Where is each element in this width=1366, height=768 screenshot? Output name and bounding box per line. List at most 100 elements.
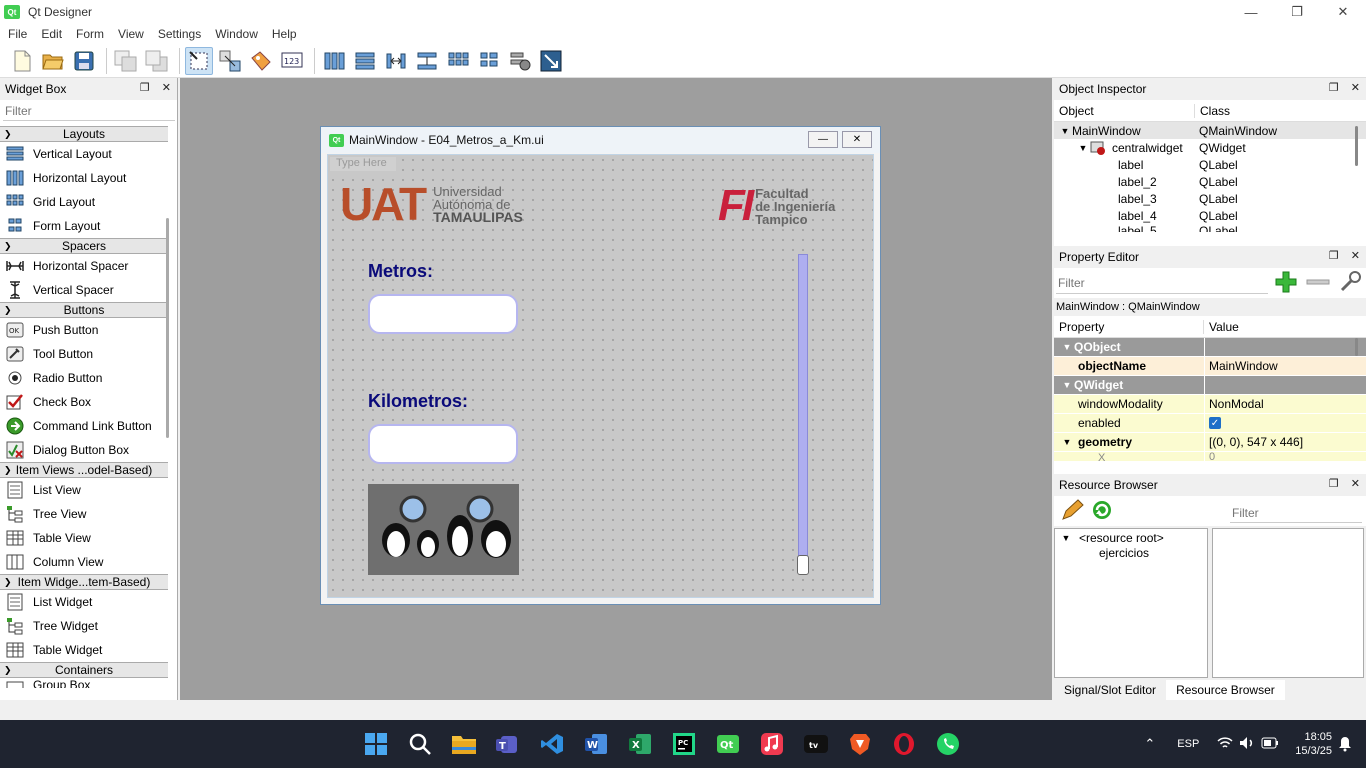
object-inspector-scrollbar[interactable] — [1355, 126, 1358, 166]
resource-view[interactable] — [1212, 528, 1364, 678]
category-containers[interactable]: ❯ Containers — [0, 662, 168, 678]
property-filter-input[interactable] — [1056, 272, 1268, 294]
minimize-icon[interactable]: — — [808, 131, 838, 148]
edit-signals-icon[interactable] — [216, 47, 244, 75]
menu-view[interactable]: View — [112, 27, 150, 41]
add-property-icon[interactable] — [1274, 270, 1298, 297]
widget-item-vertical-layout[interactable]: Vertical Layout — [0, 142, 168, 166]
open-folder-icon[interactable] — [39, 47, 67, 75]
menu-settings[interactable]: Settings — [152, 27, 207, 41]
close-icon[interactable]: ✕ — [1320, 0, 1366, 24]
send-to-back-icon[interactable] — [112, 47, 140, 75]
widget-item-horizontal-layout[interactable]: Horizontal Layout — [0, 166, 168, 190]
resource-root-row[interactable]: ▼ <resource root> — [1055, 529, 1207, 546]
widget-item-tree-view[interactable]: Tree View — [0, 502, 168, 526]
bring-to-front-icon[interactable] — [143, 47, 171, 75]
property-editor-scrollbar[interactable] — [1355, 338, 1358, 356]
menu-help[interactable]: Help — [266, 27, 303, 41]
label-kilometros[interactable]: Kilometros: — [368, 391, 468, 412]
opera-icon[interactable] — [890, 730, 918, 758]
layout-form-icon[interactable] — [475, 47, 503, 75]
menu-file[interactable]: File — [2, 27, 33, 41]
widget-box-scrollbar[interactable] — [166, 218, 169, 438]
widget-item-push-button[interactable]: OK Push Button — [0, 318, 168, 342]
float-icon[interactable]: ❐ — [1329, 249, 1339, 262]
column-header-value[interactable]: Value — [1204, 320, 1239, 334]
property-row-objectname[interactable]: objectName MainWindow — [1054, 357, 1366, 376]
music-icon[interactable] — [758, 730, 786, 758]
language-indicator[interactable]: ESP — [1177, 738, 1199, 750]
clock[interactable]: 18:05 15/3/25 — [1295, 730, 1332, 758]
layout-grid-icon[interactable] — [444, 47, 472, 75]
column-header-class[interactable]: Class — [1195, 104, 1230, 118]
category-item-widgets[interactable]: ❯ Item Widge...tem-Based) — [0, 574, 168, 590]
layout-v-splitter-icon[interactable] — [413, 47, 441, 75]
vertical-slider-handle[interactable] — [797, 555, 809, 575]
widget-item-group-box[interactable]: Group Box — [0, 678, 168, 688]
widget-item-grid-layout[interactable]: Grid Layout — [0, 190, 168, 214]
property-row-geometry[interactable]: ▼ geometry [(0, 0), 547 x 446] — [1054, 433, 1366, 452]
tab-resource-browser[interactable]: Resource Browser — [1166, 680, 1285, 700]
teams-icon[interactable]: T — [494, 730, 522, 758]
whatsapp-icon[interactable] — [934, 730, 962, 758]
metros-input[interactable] — [368, 294, 518, 334]
save-icon[interactable] — [70, 47, 98, 75]
widget-item-dialog-button-box[interactable]: Dialog Button Box — [0, 438, 168, 462]
menu-edit[interactable]: Edit — [35, 27, 68, 41]
pycharm-icon[interactable]: PC — [670, 730, 698, 758]
minimize-icon[interactable]: — — [1228, 0, 1274, 24]
reload-icon[interactable] — [1090, 498, 1114, 525]
category-layouts[interactable]: ❯ Layouts — [0, 126, 168, 142]
chevron-down-icon[interactable]: ▼ — [1060, 342, 1074, 352]
tree-row-label-5[interactable]: label_5 QLabel — [1054, 224, 1366, 232]
qt-designer-icon[interactable]: Qt — [714, 730, 742, 758]
edit-buddies-icon[interactable] — [247, 47, 275, 75]
volume-icon[interactable] — [1239, 736, 1255, 753]
uat-logo[interactable]: UAT Universidad Autónoma de TAMAULIPAS — [340, 177, 523, 231]
edit-resources-pencil-icon[interactable] — [1060, 498, 1084, 525]
close-icon[interactable]: ✕ — [162, 81, 171, 94]
widget-item-table-widget[interactable]: Table Widget — [0, 638, 168, 662]
vscode-icon[interactable] — [538, 730, 566, 758]
penguins-image[interactable] — [368, 484, 519, 575]
property-value[interactable]: MainWindow — [1204, 357, 1366, 375]
chevron-down-icon[interactable]: ▼ — [1059, 533, 1073, 543]
widget-item-vertical-spacer[interactable]: Vertical Spacer — [0, 278, 168, 302]
form-window[interactable]: Qt MainWindow - E04_Metros_a_Km.ui — ✕ T… — [320, 126, 881, 605]
property-value[interactable]: 0 — [1204, 452, 1366, 461]
float-icon[interactable]: ❐ — [1329, 477, 1339, 490]
tree-row-mainwindow[interactable]: ▼ MainWindow QMainWindow — [1054, 122, 1366, 139]
chevron-down-icon[interactable]: ▼ — [1076, 143, 1090, 153]
tree-row-label[interactable]: label QLabel — [1054, 156, 1366, 173]
menu-form[interactable]: Form — [70, 27, 110, 41]
widget-item-form-layout[interactable]: Form Layout — [0, 214, 168, 238]
checkbox-checked-icon[interactable]: ✓ — [1209, 417, 1221, 429]
word-icon[interactable]: W — [582, 730, 610, 758]
category-item-views[interactable]: ❯ Item Views ...odel-Based) — [0, 462, 168, 478]
tree-row-centralwidget[interactable]: ▼ centralwidget QWidget — [1054, 139, 1366, 156]
restore-icon[interactable]: ❐ — [1274, 0, 1320, 24]
notifications-bell-icon[interactable] — [1338, 736, 1352, 755]
search-icon[interactable] — [406, 730, 434, 758]
widget-item-horizontal-spacer[interactable]: Horizontal Spacer — [0, 254, 168, 278]
wifi-icon[interactable] — [1217, 736, 1233, 753]
remove-property-icon[interactable] — [1306, 276, 1330, 290]
property-group-qobject[interactable]: ▼ QObject — [1054, 338, 1366, 357]
property-row-x[interactable]: X 0 — [1054, 452, 1366, 462]
edit-tab-order-icon[interactable]: 123 — [278, 47, 306, 75]
configure-wrench-icon[interactable] — [1338, 270, 1362, 297]
widget-item-table-view[interactable]: Table View — [0, 526, 168, 550]
float-icon[interactable]: ❐ — [1329, 81, 1339, 94]
category-spacers[interactable]: ❯ Spacers — [0, 238, 168, 254]
widget-item-tree-widget[interactable]: Tree Widget — [0, 614, 168, 638]
apple-tv-icon[interactable]: tv — [802, 730, 830, 758]
property-value[interactable]: [(0, 0), 547 x 446] — [1204, 433, 1366, 451]
widget-item-command-link-button[interactable]: Command Link Button — [0, 414, 168, 438]
widget-item-check-box[interactable]: Check Box — [0, 390, 168, 414]
widget-item-list-view[interactable]: List View — [0, 478, 168, 502]
tree-row-label-4[interactable]: label_4 QLabel — [1054, 207, 1366, 224]
widget-item-column-view[interactable]: Column View — [0, 550, 168, 574]
chevron-down-icon[interactable]: ▼ — [1058, 126, 1072, 136]
tree-row-label-2[interactable]: label_2 QLabel — [1054, 173, 1366, 190]
adjust-size-icon[interactable] — [537, 47, 565, 75]
